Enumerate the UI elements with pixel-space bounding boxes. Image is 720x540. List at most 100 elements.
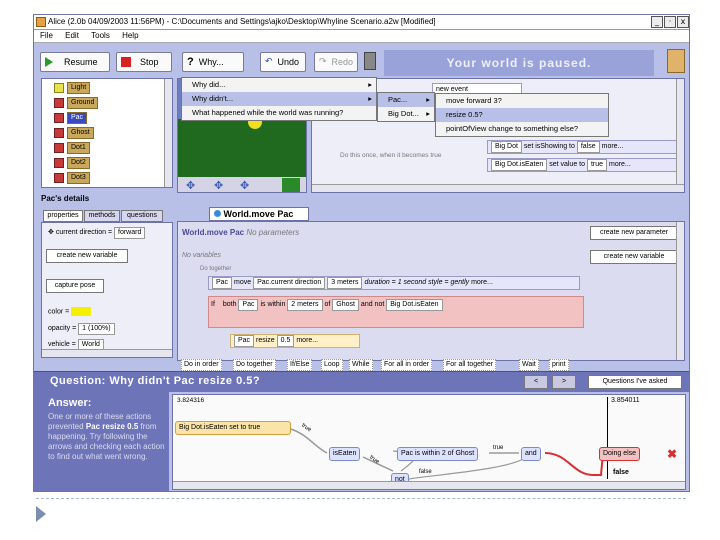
tab-properties[interactable]: properties — [43, 210, 83, 222]
stop-button[interactable]: Stop — [116, 52, 172, 72]
object-icon — [54, 98, 64, 108]
node-doing-else[interactable]: Doing else — [599, 447, 641, 461]
why-button[interactable]: ? Why... — [182, 52, 244, 72]
question-pointofview[interactable]: pointOfView change to something else? — [436, 122, 608, 136]
move-camera-icon[interactable]: ✥ — [186, 179, 195, 192]
capture-pose-button[interactable]: capture pose — [46, 279, 104, 293]
undo-icon: ↶ — [265, 57, 273, 67]
question-bar: Question: Why didn't Pac resize 0.5? < >… — [34, 371, 689, 392]
node-iseaten[interactable]: isEaten — [329, 447, 361, 461]
method-header: World.move Pac No parameters — [182, 228, 300, 237]
current-direction-row[interactable]: ✥ current direction = forward — [48, 227, 146, 239]
trash-can-icon[interactable] — [364, 52, 376, 70]
ctrl-loop[interactable]: Loop — [321, 359, 343, 371]
ctrl-if-else[interactable]: If/Else — [287, 359, 313, 371]
tree-item-dot2[interactable]: Dot2 — [54, 157, 90, 169]
undo-button[interactable]: ↶ Undo — [260, 52, 306, 72]
node-bigdot-set-true[interactable]: Big Dot.isEaten set to true — [175, 421, 291, 435]
if-keyword: If — [211, 301, 215, 308]
previous-question-button[interactable]: < — [524, 375, 548, 389]
question-resize[interactable]: resize 0.5? — [436, 108, 608, 122]
ctrl-for-all-in-order[interactable]: For all in order — [381, 359, 433, 371]
answer-title: Answer: — [48, 397, 92, 409]
questions-asked-button[interactable]: Questions I've asked — [588, 375, 682, 389]
turn-camera-icon[interactable]: ✥ — [214, 179, 223, 192]
events-scrollbar[interactable] — [676, 79, 684, 192]
add-objects-icon[interactable] — [282, 178, 300, 192]
events-h-scrollbar[interactable] — [312, 184, 684, 192]
alice-window: Alice (2.0b 04/09/2003 11:56PM) - C:\Doc… — [33, 14, 690, 492]
menu-edit[interactable]: Edit — [65, 31, 79, 40]
world-paused-banner: Your world is paused. — [384, 50, 654, 76]
tree-item-light[interactable]: Light — [54, 82, 91, 94]
node-and[interactable]: and — [521, 447, 541, 461]
color-row[interactable]: color = — [48, 307, 92, 316]
editor-tab[interactable]: World.move Pac — [209, 207, 309, 221]
redo-button[interactable]: ↷ Redo — [314, 52, 358, 72]
node-pac-within[interactable]: Pac is within 2 of Ghost — [397, 447, 479, 461]
tree-item-dot3[interactable]: Dot3 — [54, 172, 90, 184]
ctrl-print[interactable]: print — [549, 359, 569, 371]
ctrl-wait[interactable]: Wait — [519, 359, 539, 371]
event-row-1[interactable]: Big Dot set isShowing to false more... — [487, 140, 682, 154]
menu-tools[interactable]: Tools — [91, 31, 110, 40]
why-submenu-objects: Pac... ▸ Big Dot... ▸ — [377, 92, 435, 122]
opacity-row[interactable]: opacity = 1 (100%) — [48, 323, 115, 335]
why-did-item[interactable]: Why did... ▸ — [182, 78, 376, 92]
create-new-parameter-button[interactable]: create new parameter — [590, 226, 678, 240]
tab-methods[interactable]: methods — [84, 210, 120, 222]
tilt-camera-icon[interactable]: ✥ — [240, 179, 249, 192]
ctrl-do-together[interactable]: Do together — [233, 359, 276, 371]
color-swatch — [71, 307, 92, 316]
why-didnt-item[interactable]: Why didn't... ▸ — [182, 92, 376, 106]
answer-panel: Answer: One or more of these actions pre… — [34, 392, 169, 491]
submenu-pac-item[interactable]: Pac... ▸ — [378, 93, 434, 107]
move-statement[interactable]: Pac move Pac.current direction 3 meters … — [208, 276, 580, 290]
ctrl-for-all-together[interactable]: For all together — [443, 359, 497, 371]
create-new-variable-button[interactable]: create new variable — [46, 249, 128, 263]
slide-divider — [36, 498, 686, 499]
submenu-arrow-icon: ▸ — [368, 80, 372, 89]
menu-file[interactable]: File — [40, 31, 53, 40]
answer-text: One or more of these actions prevented P… — [48, 412, 165, 461]
do-together-label: Do together — [200, 266, 232, 272]
submenu-arrow-icon: ▸ — [426, 109, 430, 118]
tree-item-dot1[interactable]: Dot1 — [54, 142, 90, 154]
what-happened-item[interactable]: What happened while the world was runnin… — [182, 106, 376, 120]
if-statement[interactable]: If both Pac is within 2 meters of Ghost … — [208, 296, 584, 328]
no-variables-label: No variables — [182, 252, 221, 259]
resize-statement[interactable]: Pac resize 0.5 more... — [230, 334, 360, 348]
tree-scrollbar[interactable] — [164, 79, 172, 187]
create-new-variable-editor-button[interactable]: create new variable — [590, 250, 678, 264]
ctrl-while[interactable]: While — [349, 359, 373, 371]
light-bulb-icon — [54, 83, 64, 93]
tree-item-ghost[interactable]: Ghost — [54, 127, 94, 139]
clipboard-icon[interactable] — [667, 49, 685, 73]
method-bullet-icon — [214, 210, 221, 217]
submenu-bigdot-item[interactable]: Big Dot... ▸ — [378, 107, 434, 121]
camera-controls[interactable]: ✥ ✥ ✥ — [178, 177, 306, 192]
menu-help[interactable]: Help — [122, 31, 138, 40]
ctrl-do-in-order[interactable]: Do in order — [181, 359, 222, 371]
question-move-forward[interactable]: move forward 3? — [436, 94, 608, 108]
minimize-button[interactable]: _ — [651, 16, 663, 28]
timeline-panel: 3.824316 3.854011 Big Dot.isEaten set to… — [172, 394, 686, 490]
maximize-button[interactable]: · — [664, 16, 676, 28]
event-row-2[interactable]: Big Dot.isEaten set value to true more..… — [487, 158, 682, 172]
editor-scrollbar[interactable] — [676, 222, 684, 360]
next-question-button[interactable]: > — [552, 375, 576, 389]
tab-questions[interactable]: questions — [121, 210, 163, 222]
slide-bullet-icon — [36, 506, 46, 522]
close-button[interactable]: x — [677, 16, 689, 28]
why-submenu-actions: move forward 3? resize 0.5? pointOfView … — [435, 93, 609, 137]
tree-item-pac[interactable]: Pac — [54, 112, 88, 124]
timeline-scrollbar[interactable] — [173, 481, 685, 489]
tree-item-ground[interactable]: Ground — [54, 97, 99, 109]
alice-app-icon — [36, 17, 46, 27]
resume-button[interactable]: Resume — [40, 52, 110, 72]
details-scrollbar[interactable] — [42, 349, 172, 357]
object-icon — [54, 173, 64, 183]
details-title: Pac's details — [41, 194, 90, 203]
redo-icon: ↷ — [319, 57, 327, 67]
method-editor: World.move Pac No parameters create new … — [177, 221, 685, 361]
